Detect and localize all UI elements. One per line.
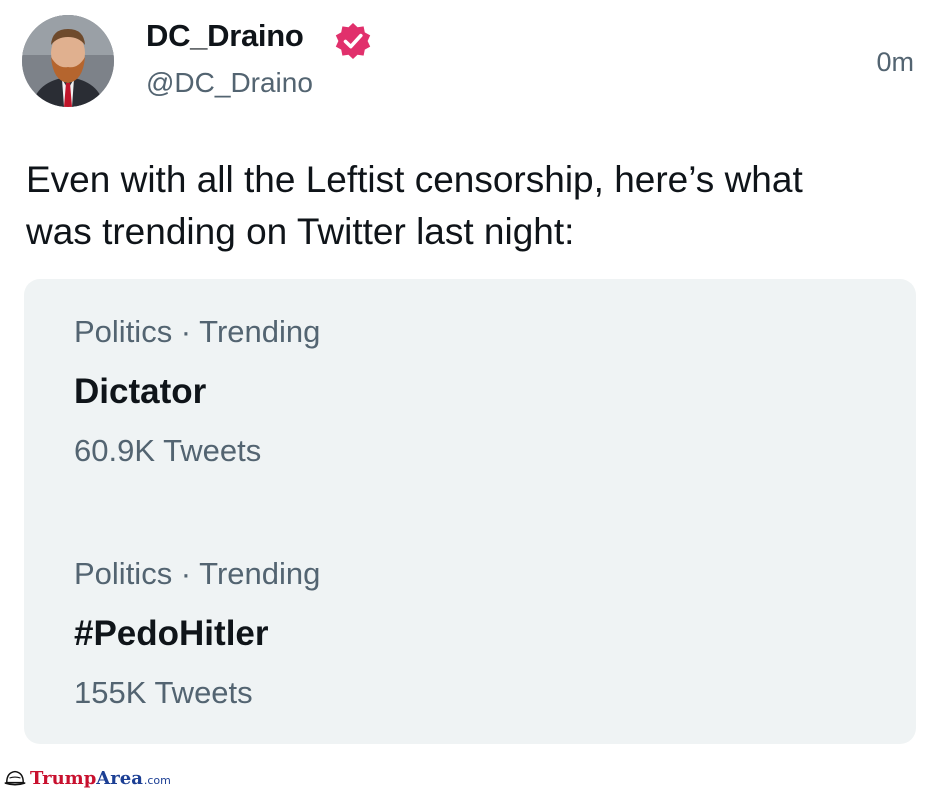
- avatar[interactable]: [22, 15, 114, 107]
- trend-name: #PedoHitler: [74, 614, 269, 653]
- watermark: Trump Area .com: [4, 765, 171, 791]
- hat-icon: [4, 770, 26, 786]
- watermark-text-domain: .com: [143, 774, 171, 787]
- trend-category: Politics · Trending: [74, 314, 321, 349]
- trend-item[interactable]: Politics · Trending Dictator 60.9K Tweet…: [74, 314, 320, 469]
- tweet-text-line: Even with all the Leftist censorship, he…: [26, 159, 803, 200]
- trends-card: Politics · Trending Dictator 60.9K Tweet…: [24, 279, 916, 744]
- trend-tweet-count: 60.9K Tweets: [74, 433, 262, 468]
- verified-badge-icon: [335, 23, 371, 59]
- trend-category: Politics · Trending: [74, 556, 321, 591]
- watermark-text-area: Area: [96, 767, 143, 789]
- trend-tweet-count: 155K Tweets: [74, 675, 253, 710]
- watermark-text-trump: Trump: [30, 767, 97, 789]
- tweet-text: Even with all the Leftist censorship, he…: [26, 154, 926, 258]
- tweet-text-line: was trending on Twitter last night:: [26, 211, 575, 252]
- display-name[interactable]: DC_Draino: [146, 17, 304, 55]
- avatar-image: [22, 15, 114, 107]
- timestamp[interactable]: 0m: [876, 45, 914, 79]
- user-handle[interactable]: @DC_Draino: [146, 66, 313, 100]
- trend-name: Dictator: [74, 372, 207, 411]
- trend-item[interactable]: Politics · Trending #PedoHitler 155K Twe…: [74, 556, 320, 711]
